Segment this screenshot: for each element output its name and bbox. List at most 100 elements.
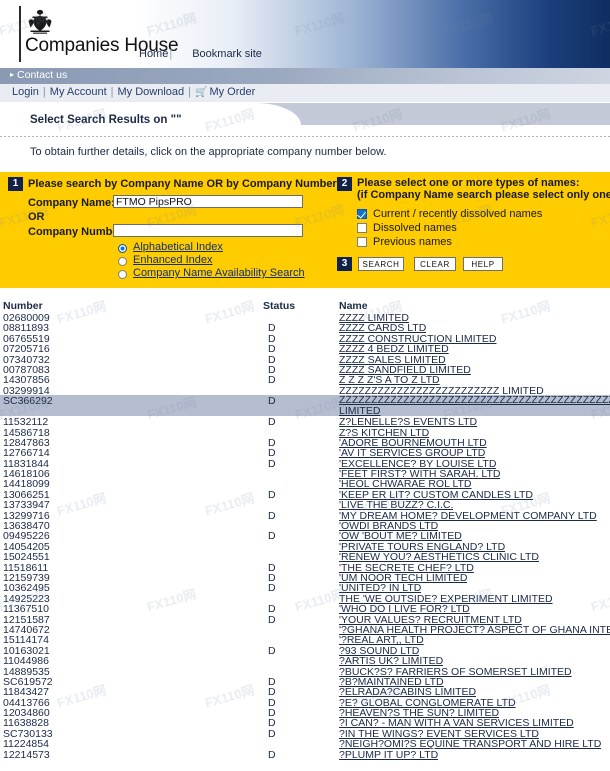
table-row[interactable]: 14418099 'HEOL CHWARAE ROL LTD xyxy=(0,478,610,490)
or-label: OR xyxy=(28,211,45,223)
table-row[interactable]: 11532112 D Z?LENELLE?S EVENTS LTD xyxy=(0,416,610,428)
table-row[interactable]: 13066251 D 'KEEP ER LIT? CUSTOM CANDLES LT… xyxy=(0,489,610,501)
table-row[interactable]: 10362495 D 'UNITED? IN LTD xyxy=(0,582,610,594)
table-row[interactable]: 14307856 D Z Z Z Z'S A TO Z LTD xyxy=(0,374,610,386)
table-row[interactable]: 12151587 D 'YOUR VALUES? RECRUITMENT LTD xyxy=(0,614,610,626)
table-row[interactable]: 14889535 ?BUCK?S? FARRIERS OF SOMERSET LI… xyxy=(0,666,610,678)
table-row[interactable]: 11843427 D ?ELRADA?CABINS LIMITED xyxy=(0,686,610,698)
checkbox-current-names[interactable] xyxy=(357,209,367,219)
step-2-heading-line1: Please select one or more types of names… xyxy=(357,177,580,189)
radio-name-availability-search-label[interactable]: Company Name Availability Search xyxy=(133,267,305,279)
table-row[interactable]: 09495226 D 'OW 'BOUT ME? LIMITED xyxy=(0,530,610,542)
company-name-link[interactable]: ?PLUMP IT UP? LTD xyxy=(339,749,438,761)
nav-bookmark-site[interactable]: Bookmark site xyxy=(192,48,262,60)
account-strip: Login | My Account | My Download | 🛒 My Order xyxy=(0,84,610,103)
table-row[interactable]: 06765519 D ZZZZ CONSTRUCTION LIMITED xyxy=(0,333,610,345)
step-2-heading-line2: (if Company Name search please select on… xyxy=(357,189,610,201)
masthead: Companies House Home| Bookmark site xyxy=(0,0,610,68)
table-row[interactable]: 15024551 'RENEW YOU? AESTHETICS CLINIC LT… xyxy=(0,551,610,563)
company-number-label: Company Number: xyxy=(28,226,127,238)
step-2-badge: 2 xyxy=(337,177,352,191)
company-number-link[interactable]: 12214573 xyxy=(3,749,50,761)
title-divider xyxy=(0,136,610,137)
page-subtitle: To obtain further details, click on the … xyxy=(30,146,387,158)
table-row[interactable]: 03299914 ZZZZZZZZZZZZZZZZZZZZZZZZZ LIMITE… xyxy=(0,385,610,397)
table-row[interactable]: 13299716 D 'MY DREAM HOME? DEVELOPMENT COM… xyxy=(0,510,610,522)
contact-us-link[interactable]: ▸ Contact us xyxy=(10,69,67,81)
checkbox-previous-names-label[interactable]: Previous names xyxy=(373,236,452,248)
link-my-account[interactable]: My Account xyxy=(50,86,107,98)
table-row[interactable]: 12847863 D 'ADORE BOURNEMOUTH LTD xyxy=(0,437,610,449)
table-row[interactable]: 11224854 ?NEIGH?OMI?S EQUINE TRANSPORT AN… xyxy=(0,738,610,750)
status-badge: D xyxy=(268,748,276,761)
table-row[interactable]: 11518611 D 'THE SECRETE CHEF? LTD xyxy=(0,562,610,574)
table-row[interactable]: SC366292 D ZZZZZZZZZZZZZZZZZZZZZZZZZZZZZZZ… xyxy=(0,395,610,417)
table-row[interactable]: 12034860 D ?HEAVEN?S THE SUN? LIMITED xyxy=(0,707,610,719)
contact-us-label: Contact us xyxy=(17,69,68,81)
radio-enhanced-index[interactable] xyxy=(118,257,127,266)
table-row[interactable]: 11831844 D 'EXCELLENCE? BY LOUISE LTD xyxy=(0,458,610,470)
table-row[interactable]: 11638828 D ?I CAN? - MAN WITH A VAN SERVIC… xyxy=(0,717,610,729)
table-row[interactable]: 13638470 'OWDI BRANDS LTD xyxy=(0,520,610,532)
link-divider: | xyxy=(188,86,191,98)
table-row[interactable]: 13733947 'LIVE THE BUZZ? C.I.C. xyxy=(0,499,610,511)
step-3-badge: 3 xyxy=(337,257,352,271)
link-my-download[interactable]: My Download xyxy=(118,86,185,98)
table-row[interactable]: 08811893 D ZZZZ CARDS LTD xyxy=(0,322,610,334)
table-row[interactable]: 14618106 'FEET FIRST? WITH SARAH. LTD xyxy=(0,468,610,480)
table-row[interactable]: 10163021 D ?93 SOUND LTD xyxy=(0,645,610,657)
checkbox-current-names-label[interactable]: Current / recently dissolved names xyxy=(373,208,542,220)
checkbox-dissolved-names-label[interactable]: Dissolved names xyxy=(373,222,457,234)
radio-alphabetical-index[interactable] xyxy=(118,244,127,253)
shopping-cart-icon: 🛒 xyxy=(195,87,208,98)
company-name-label: Company Name: xyxy=(28,197,115,209)
table-row[interactable]: 11044986 ?ARTIS UK? LIMITED xyxy=(0,655,610,667)
table-row[interactable]: 12214573 D ?PLUMP IT UP? LTD xyxy=(0,748,610,761)
link-my-order[interactable]: My Order xyxy=(209,86,255,98)
table-row[interactable]: 07340732 D ZZZZ SALES LIMITED xyxy=(0,354,610,366)
table-row[interactable]: 14586718 Z?S KITCHEN LTD xyxy=(0,427,610,439)
table-row[interactable]: 15114174 '?REAL ART,, LTD xyxy=(0,634,610,646)
column-header-status: Status xyxy=(263,300,296,312)
radio-name-availability-search[interactable] xyxy=(118,270,127,279)
table-row[interactable]: 12159739 D 'UM NOOR TECH LIMITED xyxy=(0,572,610,584)
radio-alphabetical-index-label[interactable]: Alphabetical Index xyxy=(133,241,223,253)
table-row[interactable]: SC730133 D ?IN THE WINGS? EVENT SERVICES L… xyxy=(0,728,610,740)
company-number-link[interactable]: SC366292 xyxy=(3,395,53,407)
radio-enhanced-index-label[interactable]: Enhanced Index xyxy=(133,254,213,266)
nav-home[interactable]: Home xyxy=(139,48,168,60)
link-divider: | xyxy=(42,86,46,98)
link-login[interactable]: Login xyxy=(12,86,39,98)
checkbox-previous-names[interactable] xyxy=(357,237,367,247)
results-header-row: Number Status Name xyxy=(0,300,610,312)
table-row[interactable]: 00787083 D ZZZZ SANDFIELD LIMITED xyxy=(0,364,610,376)
step-1-badge: 1 xyxy=(8,177,23,191)
company-name-link[interactable]: ZZZZZZZZZZZZZZZZZZZZZZZZZZZZZZZZZZZZZZZZ… xyxy=(339,395,610,416)
table-row[interactable]: 11367510 D 'WHO DO I LIVE FOR? LTD xyxy=(0,603,610,615)
table-row[interactable]: 04413766 D ?E? GLOBAL CONGLOMERATE LTD xyxy=(0,697,610,709)
top-nav: Home| Bookmark site xyxy=(139,48,262,60)
company-number-input[interactable] xyxy=(113,224,303,237)
table-row[interactable]: 02680009 ZZZZ LIMITED xyxy=(0,312,610,324)
table-row[interactable]: 07205716 D ZZZZ 4 BEDZ LIMITED xyxy=(0,343,610,355)
chevron-right-icon: ▸ xyxy=(10,70,15,79)
table-row[interactable]: 14925223 THE 'WE OUTSIDE? EXPERIMENT LIMI… xyxy=(0,593,610,605)
table-row[interactable]: 14740672 '?GHANA HEALTH PROJECT? ASPECT O… xyxy=(0,624,610,636)
curve-band-fill xyxy=(300,103,610,125)
brand-rule xyxy=(19,6,21,62)
search-button[interactable]: SEARCH xyxy=(358,257,404,271)
help-button[interactable]: HELP xyxy=(463,257,503,271)
status-badge: D xyxy=(268,395,276,408)
column-header-name: Name xyxy=(339,300,368,312)
column-header-number: Number xyxy=(3,300,43,312)
table-row[interactable]: SC619572 D ?B?MAINTAINED LTD xyxy=(0,676,610,688)
results-table: Number Status Name 02680009 ZZZZ LIMITED 0… xyxy=(0,300,610,761)
clear-button[interactable]: CLEAR xyxy=(414,257,456,271)
page-title: Select Search Results on "" xyxy=(30,114,182,126)
table-row[interactable]: 12766714 D 'AV IT SERVICES GROUP LTD xyxy=(0,447,610,459)
contact-strip: ▸ Contact us xyxy=(0,68,610,84)
company-name-input[interactable] xyxy=(113,195,303,208)
link-divider: | xyxy=(110,86,114,98)
table-row[interactable]: 14054205 'PRIVATE TOURS ENGLAND? LTD xyxy=(0,541,610,553)
checkbox-dissolved-names[interactable] xyxy=(357,223,367,233)
